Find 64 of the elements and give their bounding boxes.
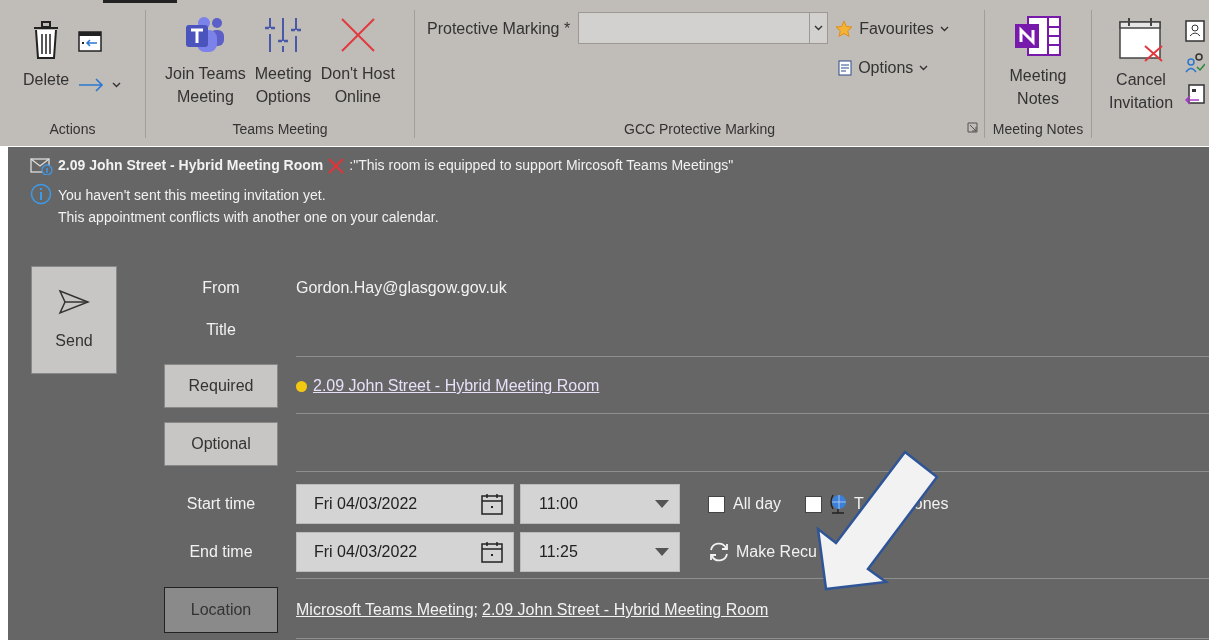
group-label: GCC Protective Marking	[624, 120, 775, 138]
checkbox[interactable]	[708, 495, 725, 513]
sender-email: Gordon.Hay@glasgow.gov.uk	[296, 279, 507, 296]
checkbox-label: T	[854, 494, 864, 514]
field-label: Start time	[186, 495, 256, 512]
people-check-icon[interactable]	[1185, 52, 1206, 74]
recurrence-icon	[708, 541, 730, 563]
chevron-icon	[939, 26, 949, 32]
options-menu[interactable]: Options	[838, 56, 949, 80]
location-link[interactable]: 2.09 John Street - Hybrid Meeting Room	[482, 601, 769, 618]
field-label: Title	[206, 321, 236, 338]
notebook-icon	[1014, 16, 1062, 56]
optional-button[interactable]: Optional	[164, 422, 278, 466]
team-icon	[184, 16, 227, 54]
group-label: Actions	[49, 120, 96, 138]
calendar-cross-icon	[1118, 16, 1164, 62]
host-online-button[interactable]: Don't Host Online	[317, 14, 398, 108]
required-button[interactable]: Required	[164, 364, 278, 408]
dropdown-icon	[814, 25, 824, 31]
info-text: You haven't sent this meeting invitation yet.	[58, 186, 327, 205]
room-note: :"This room is equipped to support Mircosoft Teams Meetings"	[349, 156, 734, 175]
send-icon	[58, 289, 90, 315]
meeting-options-button[interactable]: Meeting Options	[251, 14, 315, 108]
dropdown-icon	[655, 548, 669, 556]
date-field[interactable]: Fri 04/03/2022	[296, 532, 514, 572]
calendar-icon[interactable]	[481, 541, 503, 563]
checkbox[interactable]	[805, 495, 823, 513]
join-meeting-button[interactable]: Join Teams Meeting	[162, 14, 249, 108]
field-label: End time	[189, 543, 253, 560]
info-icon	[30, 183, 52, 205]
cancel-invitation-button[interactable]: Cancel Invitation	[1106, 14, 1177, 114]
group-label: Teams Meeting	[232, 120, 328, 138]
cross-icon	[327, 156, 346, 175]
group-label: Meeting Notes	[992, 120, 1084, 138]
time-dropdown[interactable]: 11:25	[520, 532, 680, 572]
recurrence-button[interactable]: Make Recu	[708, 540, 817, 564]
delete-button[interactable]: Delete	[20, 18, 73, 91]
send-button[interactable]: Send	[31, 266, 117, 374]
cross-icon	[338, 16, 377, 54]
room-name: 2.09 John Street - Hybrid Meeting Room	[58, 156, 324, 175]
calendar-icon[interactable]	[78, 30, 103, 52]
star-icon	[835, 20, 854, 38]
info-text: This appointment conflicts with another one on your calendar.	[58, 208, 439, 227]
dialog-launcher-icon[interactable]	[967, 122, 978, 133]
envelope-info-icon	[30, 156, 54, 175]
field-label: Protective Marking *	[427, 19, 571, 39]
chevron-icon	[919, 65, 929, 71]
meeting-notes-button[interactable]: Meeting Notes	[1006, 14, 1070, 110]
contact-card-icon[interactable]	[1185, 20, 1206, 42]
document-icon	[838, 60, 853, 76]
field-label: From	[202, 279, 240, 296]
location-link[interactable]: Microsoft Teams Meeting	[296, 601, 474, 618]
checkbox-label: All day	[733, 494, 782, 514]
location-button[interactable]: Location	[164, 587, 278, 633]
date-field[interactable]: Fri 04/03/2022	[296, 484, 514, 524]
attendee-link[interactable]: 2.09 John Street - Hybrid Meeting Room	[313, 374, 600, 398]
dropdown-icon	[112, 82, 122, 88]
globe-icon	[828, 493, 849, 515]
separator-text: ;	[473, 601, 478, 618]
time-dropdown[interactable]: 11:00	[520, 484, 680, 524]
dropdown-icon	[655, 500, 669, 508]
sliders-icon	[263, 16, 304, 54]
favourites-menu[interactable]: Favourites	[835, 17, 949, 41]
calendar-icon[interactable]	[481, 493, 503, 515]
